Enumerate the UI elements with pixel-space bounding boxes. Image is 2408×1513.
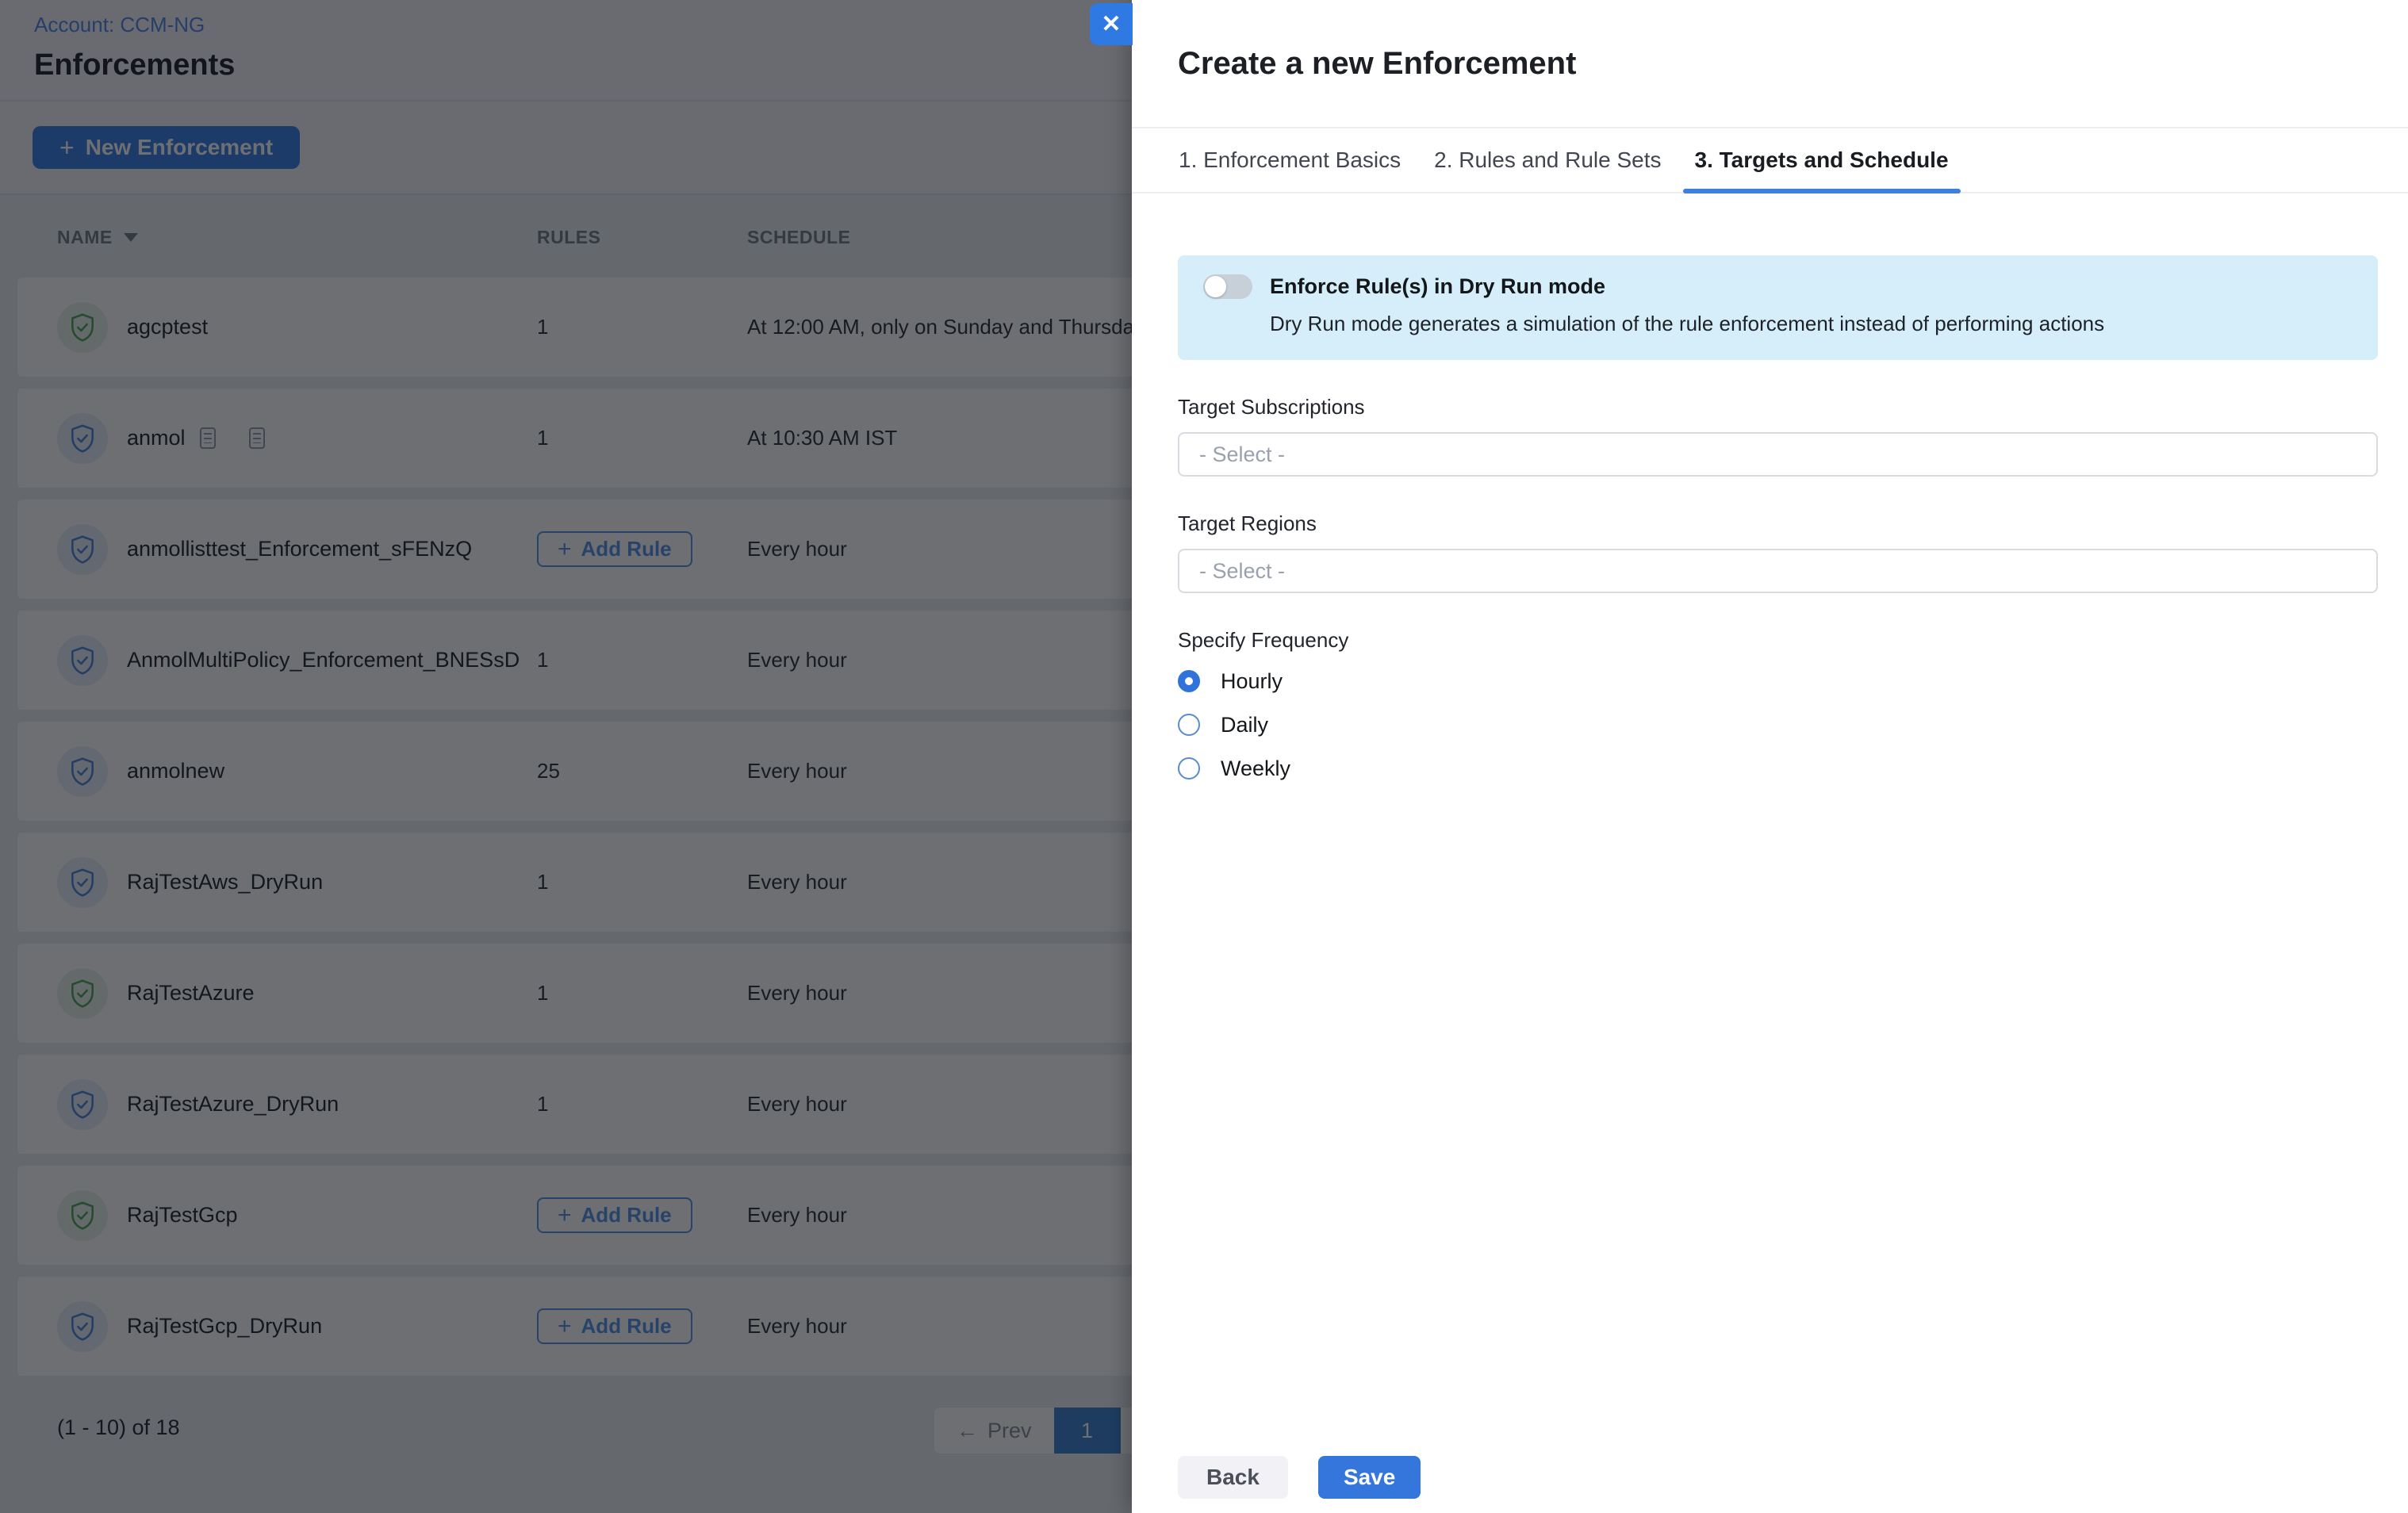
radio-label: Hourly (1221, 669, 1283, 694)
target-subscriptions-select[interactable]: - Select - (1178, 432, 2378, 477)
frequency-option-daily[interactable]: Daily (1178, 714, 2378, 736)
drawer-header: Create a new Enforcement (1132, 0, 2408, 128)
target-subscriptions-placeholder: - Select - (1199, 442, 1285, 467)
drawer-title: Create a new Enforcement (1178, 46, 2408, 82)
save-button[interactable]: Save (1318, 1456, 1421, 1499)
frequency-option-hourly[interactable]: Hourly (1178, 670, 2378, 692)
drawer-body: Enforce Rule(s) in Dry Run mode Dry Run … (1132, 193, 2408, 779)
radio-icon[interactable] (1178, 757, 1200, 779)
frequency-option-weekly[interactable]: Weekly (1178, 757, 2378, 779)
target-regions-select[interactable]: - Select - (1178, 549, 2378, 593)
tab-step-2[interactable]: 2. Rules and Rule Sets (1422, 128, 1673, 192)
dry-run-toggle[interactable] (1203, 274, 1252, 299)
drawer-footer: Back Save (1178, 1456, 1421, 1499)
radio-icon[interactable] (1178, 714, 1200, 736)
dry-run-infobox: Enforce Rule(s) in Dry Run mode Dry Run … (1178, 255, 2378, 360)
target-regions-placeholder: - Select - (1199, 559, 1285, 584)
create-enforcement-drawer: ✕ Create a new Enforcement 1. Enforcemen… (1132, 0, 2408, 1513)
tab-step-1[interactable]: 1. Enforcement Basics (1167, 128, 1413, 192)
close-icon[interactable]: ✕ (1090, 3, 1133, 45)
target-subscriptions-label: Target Subscriptions (1178, 395, 2378, 419)
radio-icon[interactable] (1178, 670, 1200, 692)
tab-step-3[interactable]: 3. Targets and Schedule (1683, 128, 1961, 192)
radio-label: Daily (1221, 713, 1268, 737)
back-button[interactable]: Back (1178, 1456, 1288, 1499)
dry-run-title: Enforce Rule(s) in Dry Run mode (1270, 274, 1605, 299)
dry-run-description: Dry Run mode generates a simulation of t… (1270, 312, 2378, 336)
frequency-radio-group: Hourly Daily Weekly (1178, 670, 2378, 779)
target-regions-label: Target Regions (1178, 511, 2378, 536)
specify-frequency-label: Specify Frequency (1178, 628, 2378, 653)
toggle-knob-icon (1205, 276, 1226, 297)
radio-label: Weekly (1221, 756, 1290, 781)
wizard-tabbar: 1. Enforcement Basics2. Rules and Rule S… (1132, 128, 2408, 193)
